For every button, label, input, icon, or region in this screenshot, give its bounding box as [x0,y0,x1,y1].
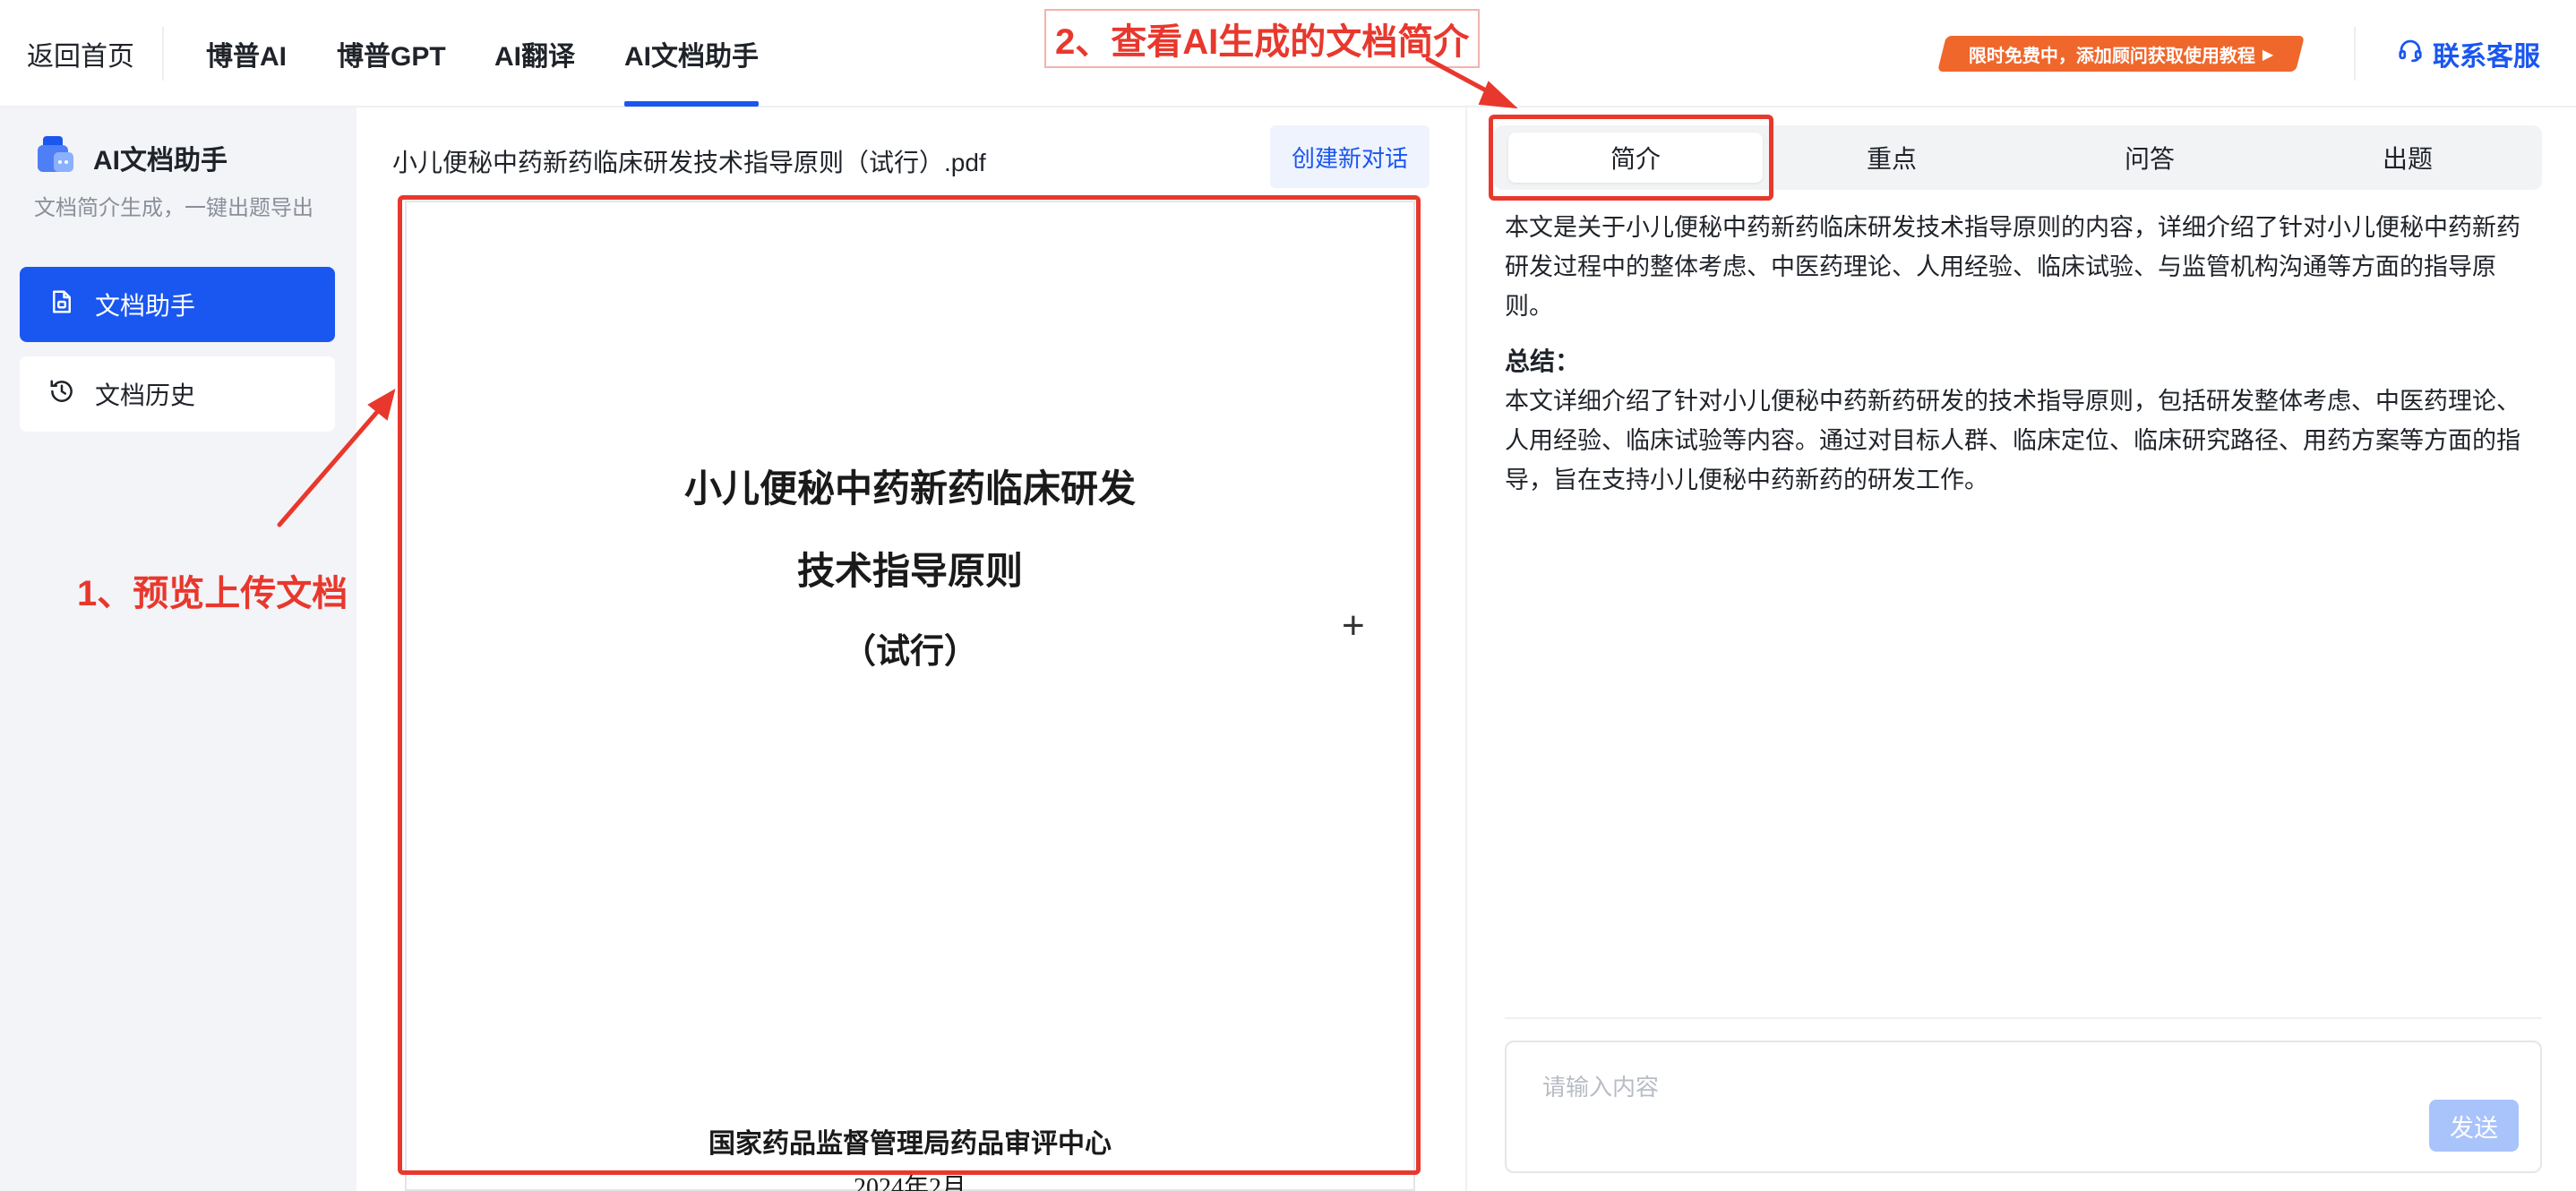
active-tab-indicator [624,101,759,107]
document-file-name: 小儿便秘中药新药临床研发技术指导原则（试行）.pdf [392,149,986,176]
sidebar-brand-subtitle: 文档简介生成，一键出题导出 [34,196,313,220]
tab-summary[interactable]: 简介 [1508,133,1763,183]
annotation-step-2: 2、查看AI生成的文档简介 [1044,9,1481,68]
summary-heading: 总结： [1505,347,1581,375]
history-icon [48,378,75,411]
document-title-line-2: 技术指导原则 [796,552,1023,593]
contact-support-button[interactable]: 联系客服 [2397,34,2540,73]
input-divider [1505,1017,2542,1019]
promo-text: 限时免费中，添加顾问获取使用教程 [1968,46,2255,66]
sidebar-item-document-assistant[interactable]: 文档助手 [20,267,335,342]
annotation-step-1: 1、预览上传文档 [77,574,348,613]
annotation-arrowhead-1 [367,388,396,421]
back-home-link[interactable]: 返回首页 [27,34,134,73]
chat-input[interactable] [1542,1069,2348,1105]
promo-banner[interactable]: 限时免费中，添加顾问获取使用教程 ▶ [1937,36,2305,72]
tab-key-points[interactable]: 重点 [1765,133,2019,183]
result-tabs: 简介 重点 问答 出题 [1494,125,2542,190]
column-divider [1465,107,1467,1191]
create-new-chat-button[interactable]: 创建新对话 [1270,125,1430,188]
summary-intro-text: 本文是关于小儿便秘中药新药临床研发技术指导原则的内容，详细介绍了针对小儿便秘中药… [1505,214,2520,320]
document-preview[interactable]: 小儿便秘中药新药临床研发 技术指导原则 （试行） + 国家药品监督管理局药品审评… [405,201,1415,1191]
send-button[interactable]: 发送 [2429,1100,2519,1152]
document-date: 2024年2月 [853,1174,966,1191]
summary-body-text: 本文详细介绍了针对小儿便秘中药新药研发的技术指导原则，包括研发整体考虑、中医药理… [1505,388,2520,493]
play-triangle-icon: ▶ [2262,47,2274,62]
nav-tab-ai-document-assistant[interactable]: AI文档助手 [624,34,759,73]
nav-divider [162,27,164,81]
nav-tab-bopu-gpt[interactable]: 博普GPT [337,34,446,73]
sidebar-item-label: 文档助手 [95,292,196,320]
document-icon [48,288,75,321]
nav-divider [2354,27,2356,81]
nav-tab-ai-translate[interactable]: AI翻译 [494,34,575,73]
tab-quiz[interactable]: 出题 [2280,133,2535,183]
contact-support-label: 联系客服 [2433,42,2540,72]
document-title-line-1: 小儿便秘中药新药临床研发 [683,469,1136,510]
sidebar-brand-title: AI文档助手 [93,146,228,176]
document-organization: 国家药品监督管理局药品审评中心 [708,1129,1112,1159]
tab-qa[interactable]: 问答 [2022,133,2277,183]
document-title-line-3: （试行） [841,633,978,671]
plus-cursor-icon: + [1342,604,1365,647]
sidebar-item-document-history[interactable]: 文档历史 [20,356,335,432]
chat-input-box: 发送 [1505,1041,2542,1173]
sidebar-item-label: 文档历史 [95,381,196,409]
app-logo-icon [36,134,77,180]
nav-tab-bopu-ai[interactable]: 博普AI [206,34,287,73]
headset-icon [2397,37,2424,71]
